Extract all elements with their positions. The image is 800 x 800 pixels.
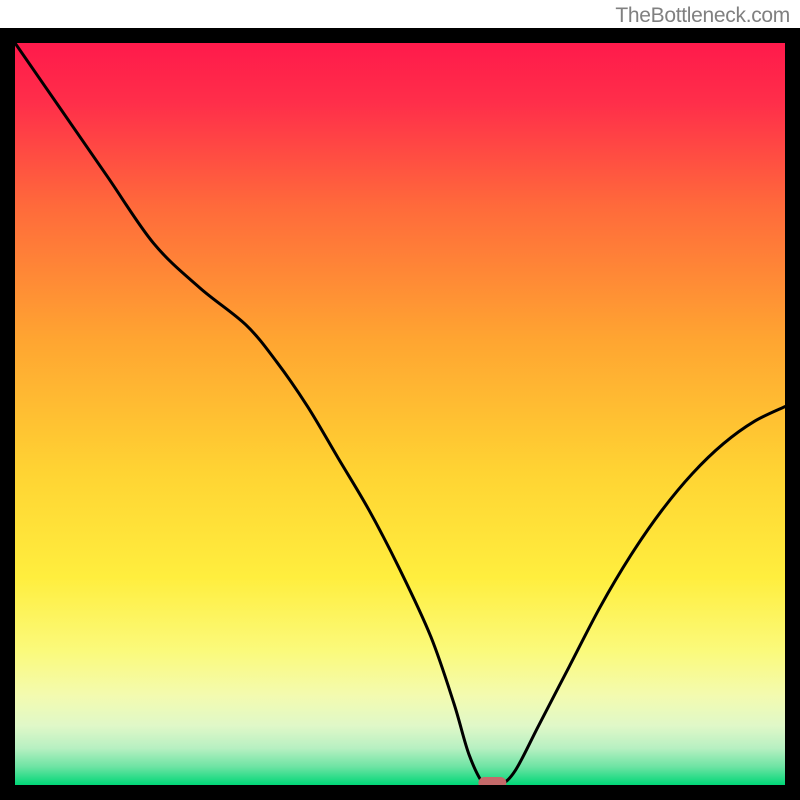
gradient-background xyxy=(15,43,785,785)
chart-container: TheBottleneck.com xyxy=(0,0,800,800)
watermark-text: TheBottleneck.com xyxy=(615,4,790,28)
marker-layer xyxy=(478,777,506,785)
chart-svg xyxy=(15,43,785,785)
chart-frame xyxy=(0,28,800,800)
optimum-marker xyxy=(478,777,506,785)
plot-area xyxy=(15,43,785,785)
